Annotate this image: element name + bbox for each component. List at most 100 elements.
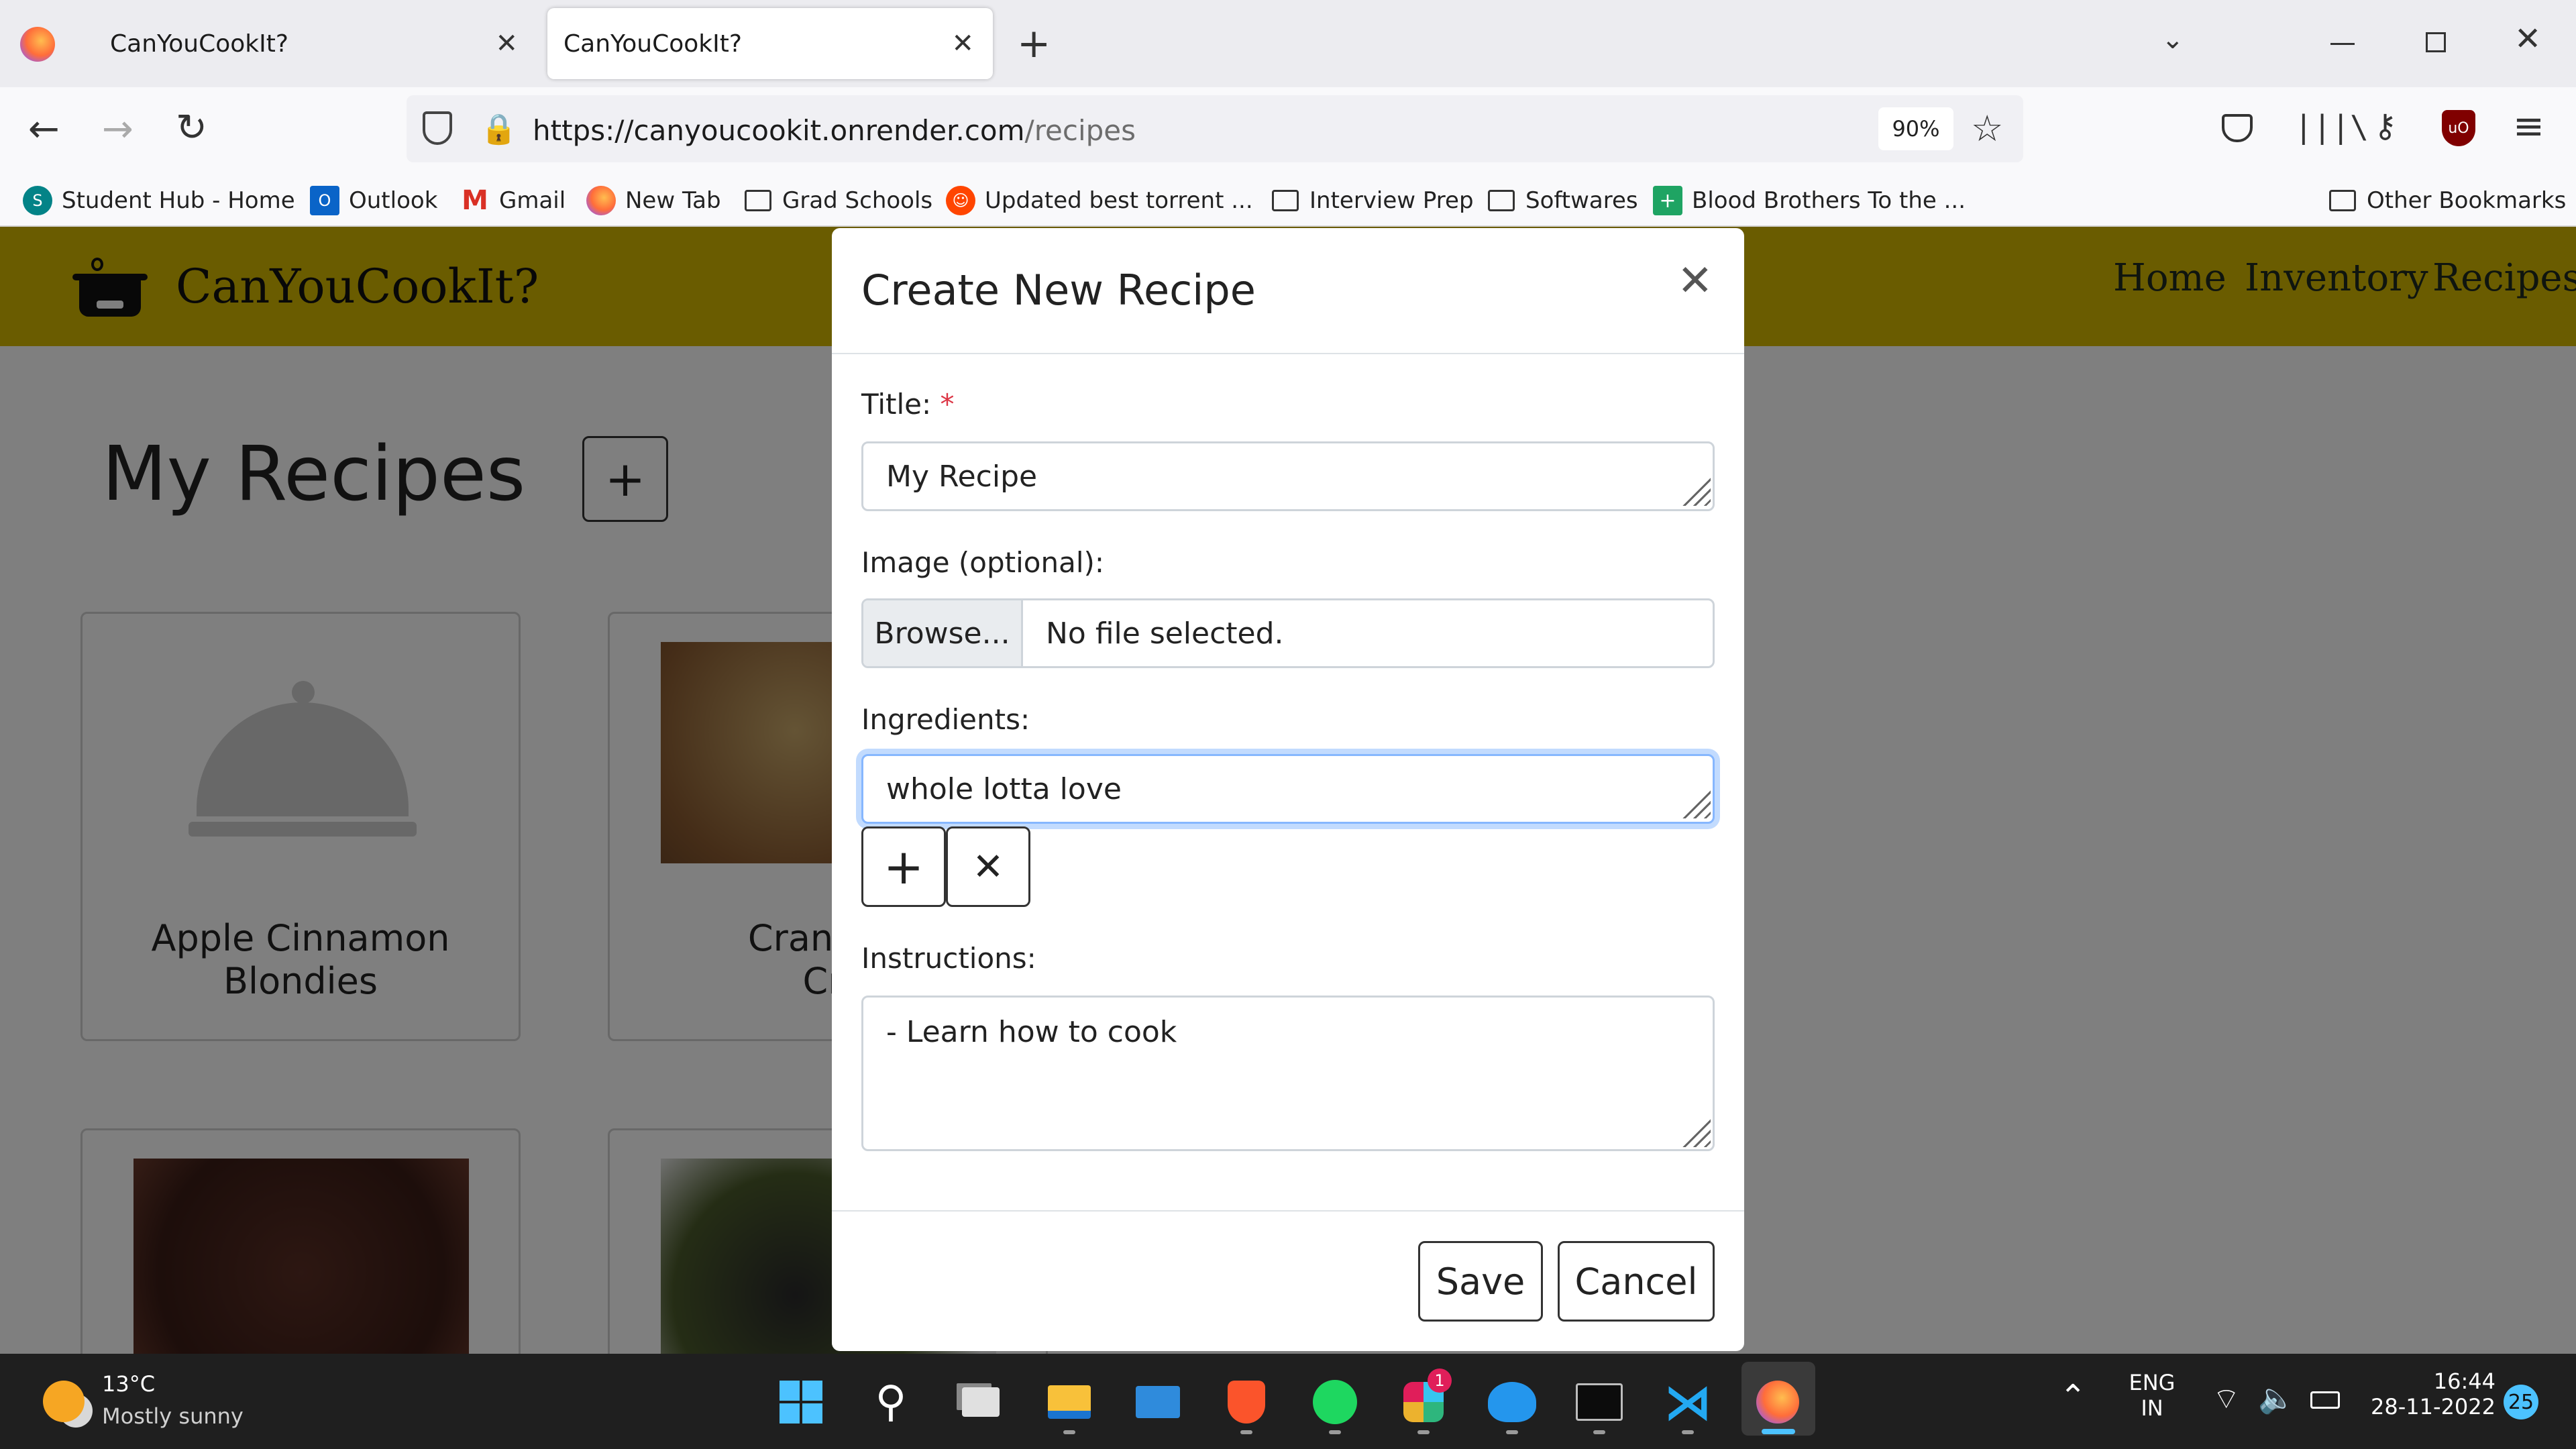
cancel-button[interactable]: Cancel — [1558, 1241, 1715, 1322]
search-icon[interactable]: ⚲ — [864, 1375, 918, 1429]
save-label: Save — [1436, 1260, 1525, 1303]
docker-icon[interactable] — [1485, 1375, 1539, 1429]
spotify-icon[interactable] — [1308, 1375, 1362, 1429]
save-button[interactable]: Save — [1418, 1241, 1543, 1322]
required-mark: * — [940, 388, 955, 421]
modal-footer-divider — [832, 1210, 1744, 1212]
close-icon[interactable]: ✕ — [495, 28, 518, 59]
label-text: Title: — [861, 388, 932, 421]
close-icon[interactable]: ✕ — [1677, 256, 1713, 306]
notification-count-badge[interactable]: 25 — [2504, 1385, 2538, 1419]
reddit-icon: ☺ — [946, 186, 975, 215]
windows-start-icon[interactable] — [774, 1375, 828, 1429]
language-indicator[interactable]: ENG IN — [2128, 1370, 2176, 1421]
instructions-textarea[interactable]: - Learn how to cook — [861, 996, 1715, 1151]
bookmark-outlook[interactable]: O Outlook — [310, 176, 437, 225]
bookmark-label: Blood Brothers To the ... — [1692, 187, 1966, 214]
minimize-icon[interactable] — [2330, 43, 2355, 45]
library-icon[interactable]: |||\ — [2294, 109, 2369, 145]
bookmark-label: Softwares — [1525, 187, 1638, 214]
chevron-up-icon[interactable]: ⌃ — [2059, 1378, 2086, 1415]
bookmark-label: New Tab — [625, 187, 721, 214]
clock-time: 16:44 — [2433, 1368, 2496, 1394]
weather-sun-icon[interactable] — [43, 1381, 85, 1422]
file-explorer-icon[interactable] — [1042, 1375, 1096, 1429]
language-code: ENG — [2129, 1370, 2176, 1395]
wifi-icon[interactable]: ⌔ — [2212, 1381, 2240, 1417]
ingredient-input[interactable]: whole lotta love — [861, 754, 1715, 824]
bookmark-other[interactable]: Other Bookmarks — [2328, 176, 2566, 225]
forward-icon[interactable]: → — [102, 107, 133, 151]
instructions-label: Instructions: — [861, 942, 1036, 975]
bookmark-new-tab[interactable]: New Tab — [586, 176, 721, 225]
reload-icon[interactable]: ↻ — [176, 106, 207, 150]
bookmark-gmail[interactable]: M Gmail — [460, 176, 566, 225]
tab-1[interactable]: CanYouCookIt? ✕ — [94, 8, 537, 79]
url-text[interactable]: https://canyoucookit.onrender.com/recipe… — [533, 114, 1136, 147]
running-indicator — [1240, 1430, 1252, 1434]
running-indicator — [1593, 1430, 1605, 1434]
new-tab-icon[interactable]: + — [1017, 20, 1051, 67]
browse-button[interactable]: Browse... — [863, 600, 1023, 666]
bookmark-torrent[interactable]: ☺ Updated best torrent ... — [946, 176, 1253, 225]
active-app-indicator — [1762, 1429, 1795, 1434]
instructions-value: - Learn how to cook — [886, 1015, 1177, 1049]
tab-2-active[interactable]: CanYouCookIt? ✕ — [547, 8, 993, 79]
bookmark-interview-prep[interactable]: Interview Prep — [1271, 176, 1474, 225]
mail-icon[interactable] — [1131, 1375, 1185, 1429]
pocket-icon[interactable] — [2222, 114, 2253, 142]
restore-icon[interactable] — [2426, 32, 2446, 52]
url-host: https://canyoucookit.onrender.com — [533, 114, 1025, 147]
bookmark-blood-brothers[interactable]: + Blood Brothers To the ... — [1653, 176, 1966, 225]
ublock-icon[interactable]: uO — [2442, 110, 2475, 146]
zoom-badge[interactable]: 90% — [1878, 107, 1953, 150]
vscode-icon[interactable]: ⋊ — [1661, 1374, 1715, 1430]
title-input[interactable]: My Recipe — [861, 441, 1715, 511]
bookmark-softwares[interactable]: Softwares — [1487, 176, 1638, 225]
running-indicator — [1063, 1430, 1075, 1434]
bookmark-label: Updated best torrent ... — [985, 187, 1253, 214]
running-indicator — [1329, 1430, 1341, 1434]
lock-icon[interactable]: 🔒 — [480, 111, 517, 146]
list-all-tabs-icon[interactable]: ⌄ — [2161, 24, 2184, 55]
ingredient-value: whole lotta love — [886, 771, 1122, 806]
close-window-icon[interactable]: ✕ — [2514, 20, 2541, 58]
gmail-icon: M — [462, 185, 488, 216]
battery-icon[interactable] — [2310, 1391, 2340, 1409]
folder-icon — [1487, 186, 1516, 215]
outlook-icon: O — [310, 186, 339, 215]
cancel-label: Cancel — [1574, 1260, 1698, 1303]
key-icon[interactable]: ⚷ — [2373, 107, 2397, 145]
browse-label: Browse... — [874, 616, 1010, 651]
image-label: Image (optional): — [861, 546, 1105, 579]
firefox-icon[interactable] — [1751, 1375, 1805, 1429]
clock[interactable]: 16:44 28-11-2022 — [2368, 1368, 2496, 1419]
bookmark-label: Outlook — [349, 187, 438, 214]
task-view-icon[interactable] — [954, 1375, 1008, 1429]
image-file-input[interactable]: Browse... No file selected. — [861, 598, 1715, 668]
running-indicator — [1417, 1430, 1430, 1434]
shield-icon[interactable] — [423, 111, 452, 145]
ingredients-label: Ingredients: — [861, 703, 1030, 736]
terminal-icon[interactable] — [1572, 1375, 1626, 1429]
brave-icon[interactable] — [1220, 1375, 1273, 1429]
volume-icon[interactable]: 🔈 — [2258, 1381, 2295, 1415]
add-ingredient-button[interactable]: + — [861, 826, 946, 907]
create-recipe-modal: Create New Recipe ✕ Title: * My Recipe I… — [832, 228, 1744, 1351]
bookmark-star-icon[interactable]: ☆ — [1971, 107, 2003, 150]
menu-icon[interactable]: ≡ — [2513, 105, 2544, 148]
back-icon[interactable]: ← — [28, 107, 60, 151]
bookmark-label: Grad Schools — [782, 187, 933, 214]
bookmark-student-hub[interactable]: S Student Hub - Home — [23, 176, 295, 225]
bookmark-grad-schools[interactable]: Grad Schools — [743, 176, 932, 225]
remove-ingredient-button[interactable]: ✕ — [946, 826, 1030, 907]
tab-title: CanYouCookIt? — [110, 30, 288, 58]
running-indicator — [1682, 1430, 1694, 1434]
close-icon[interactable]: ✕ — [951, 28, 974, 59]
folder-icon — [1271, 186, 1300, 215]
zoom-level: 90% — [1892, 116, 1940, 142]
slack-notification-badge: 1 — [1428, 1368, 1452, 1393]
weather-status[interactable]: Mostly sunny — [102, 1403, 244, 1429]
bookmark-label: Student Hub - Home — [62, 187, 295, 214]
weather-temperature[interactable]: 13°C — [102, 1371, 155, 1397]
